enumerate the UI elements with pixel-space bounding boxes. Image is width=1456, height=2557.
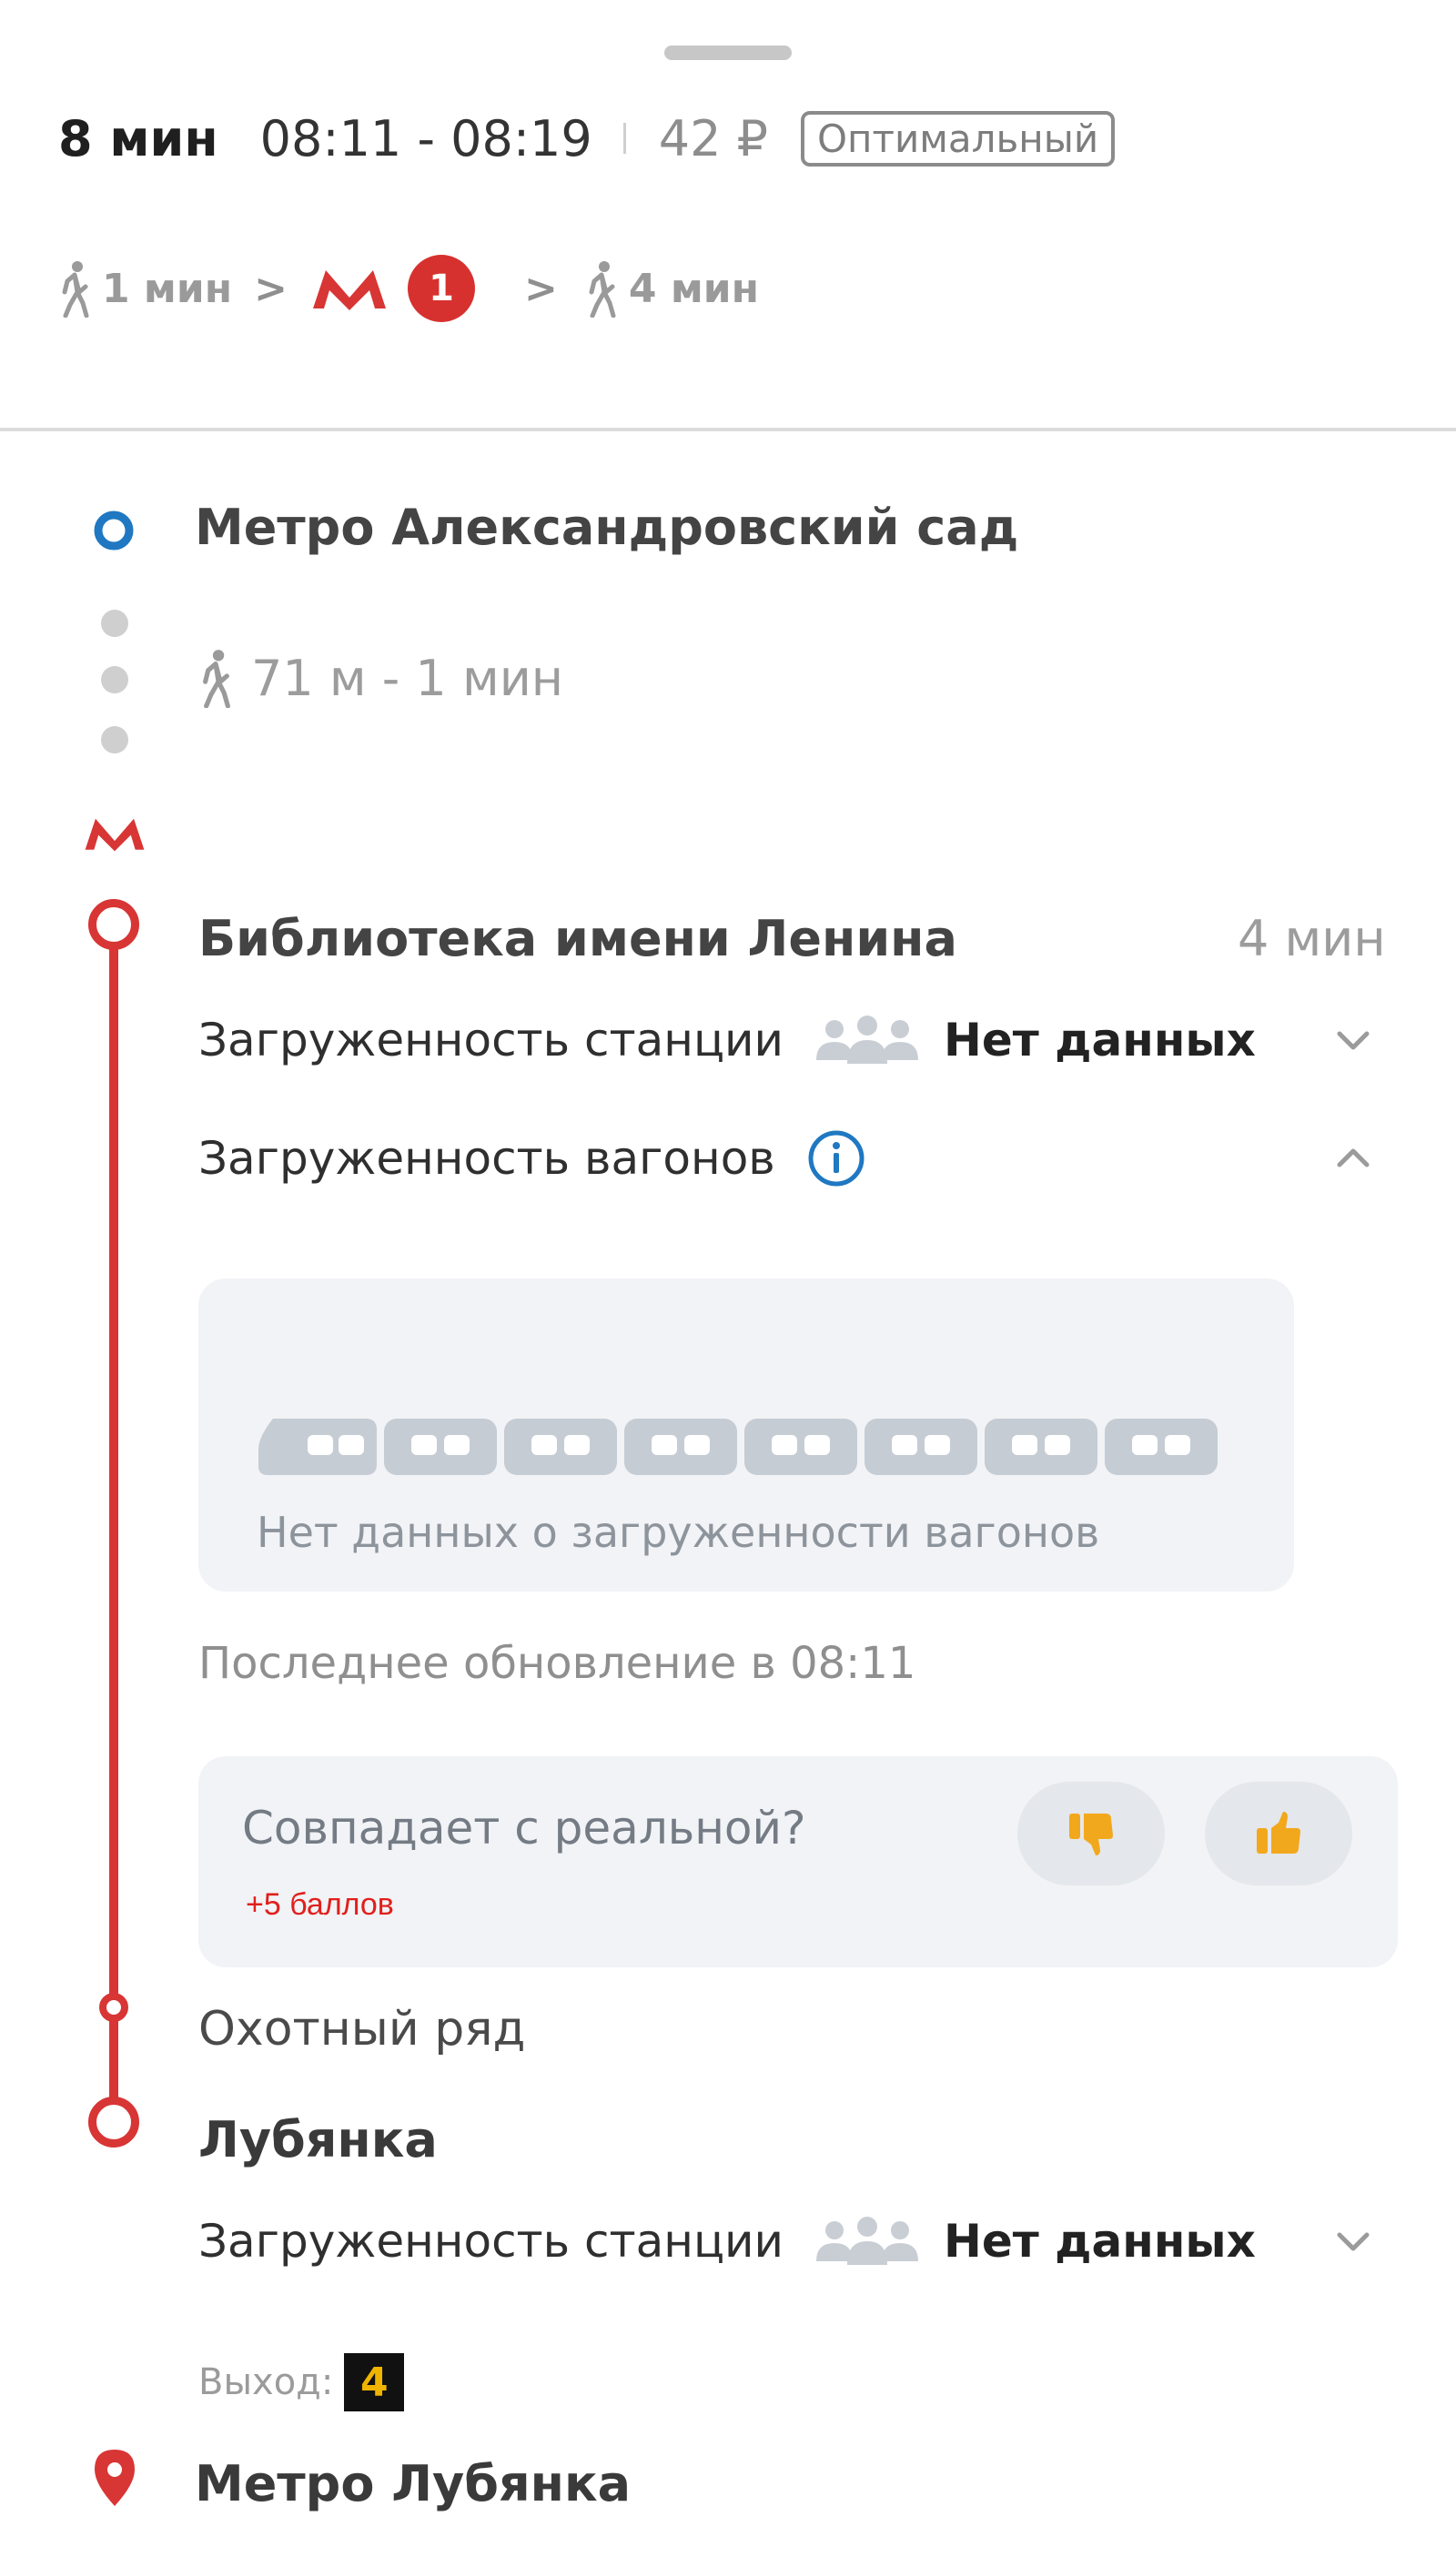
walk-distance-time: 71 м - 1 мин [251, 650, 564, 707]
exit-station-name: Лубянка [198, 2111, 438, 2168]
walk-end-duration: 4 мин [628, 265, 760, 312]
walk-path-dot [101, 726, 128, 753]
metro-logo-icon [313, 270, 387, 310]
walk-path-dot [101, 610, 128, 637]
route-summary: 1 мин > 1 > 4 мин [55, 248, 759, 329]
header-divider [0, 428, 1456, 431]
trip-duration: 8 мин [58, 109, 218, 167]
station-load-value: Нет данных [944, 2215, 1256, 2268]
metro-line-track [109, 946, 118, 2111]
metro-line-badge: 1 [408, 255, 476, 322]
feedback-card: Совпадает с реальной? +5 баллов [198, 1756, 1398, 1967]
people-crowd-icon [816, 2217, 919, 2265]
sheet-grabber[interactable] [664, 45, 792, 60]
route-header: 8 мин 08:11 - 08:19 42 ₽ Оптимальный [58, 98, 1116, 178]
chevron-down-icon[interactable] [1330, 2218, 1376, 2264]
thumbs-up-button[interactable] [1205, 1782, 1352, 1885]
station-load-value: Нет данных [944, 1014, 1256, 1066]
thumbs-up-icon [1257, 1812, 1300, 1854]
thumbs-down-button[interactable] [1017, 1782, 1165, 1885]
station-marker [88, 2097, 139, 2148]
people-crowd-icon [816, 1016, 919, 1064]
exit-station-load-row[interactable]: Загруженность станции Нет данных [198, 2209, 1400, 2273]
end-point-title: Метро Лубянка [195, 2455, 632, 2512]
station-load-label: Загруженность станции [198, 2215, 784, 2268]
car-load-row[interactable]: Загруженность вагонов [198, 1127, 1400, 1190]
feedback-bonus: +5 баллов [246, 1887, 394, 1922]
walking-person-icon [62, 261, 89, 318]
info-icon[interactable] [806, 1128, 866, 1188]
last-update-text: Последнее обновление в 08:11 [198, 1638, 916, 1689]
car-load-card: Нет данных о загруженности вагонов [198, 1278, 1294, 1592]
intermediate-station-name: Охотный ряд [198, 2002, 526, 2057]
start-point-icon [94, 510, 134, 551]
trip-price: 42 ₽ [658, 109, 768, 167]
ride-duration: 4 мин [1238, 910, 1386, 967]
station-marker [88, 899, 139, 950]
walking-person-icon [203, 650, 230, 708]
car-load-empty-text: Нет данных о загруженности вагонов [257, 1508, 1100, 1557]
metro-logo-icon [85, 818, 145, 852]
walk-start-duration: 1 мин [102, 265, 233, 312]
thumbs-down-icon [1069, 1814, 1113, 1855]
chevron-down-icon[interactable] [1330, 1017, 1376, 1063]
trip-time-range: 08:11 - 08:19 [259, 109, 592, 167]
exit-info: Выход: 4 [198, 2353, 405, 2411]
header-separator [622, 123, 626, 154]
start-point-title: Метро Александровский сад [195, 499, 1019, 556]
car-load-label: Загруженность вагонов [198, 1132, 775, 1185]
board-station-name: Библиотека имени Ленина [198, 910, 957, 967]
location-pin-icon [95, 2450, 135, 2506]
exit-label: Выход: [198, 2361, 334, 2403]
exit-number-badge: 4 [344, 2353, 405, 2411]
walk-path-dot [101, 666, 128, 693]
chevron-up-icon[interactable] [1330, 1136, 1376, 1181]
train-cars-icon [258, 1419, 1218, 1475]
route-type-badge: Оптимальный [800, 110, 1116, 167]
feedback-question: Совпадает с реальной? [242, 1802, 806, 1855]
chevron-right-icon: > [524, 265, 558, 312]
intermediate-station-marker [99, 1993, 128, 2022]
chevron-right-icon: > [254, 265, 288, 312]
walking-person-icon [589, 261, 616, 318]
station-load-row[interactable]: Загруженность станции Нет данных [198, 1008, 1400, 1072]
station-load-label: Загруженность станции [198, 1014, 784, 1066]
